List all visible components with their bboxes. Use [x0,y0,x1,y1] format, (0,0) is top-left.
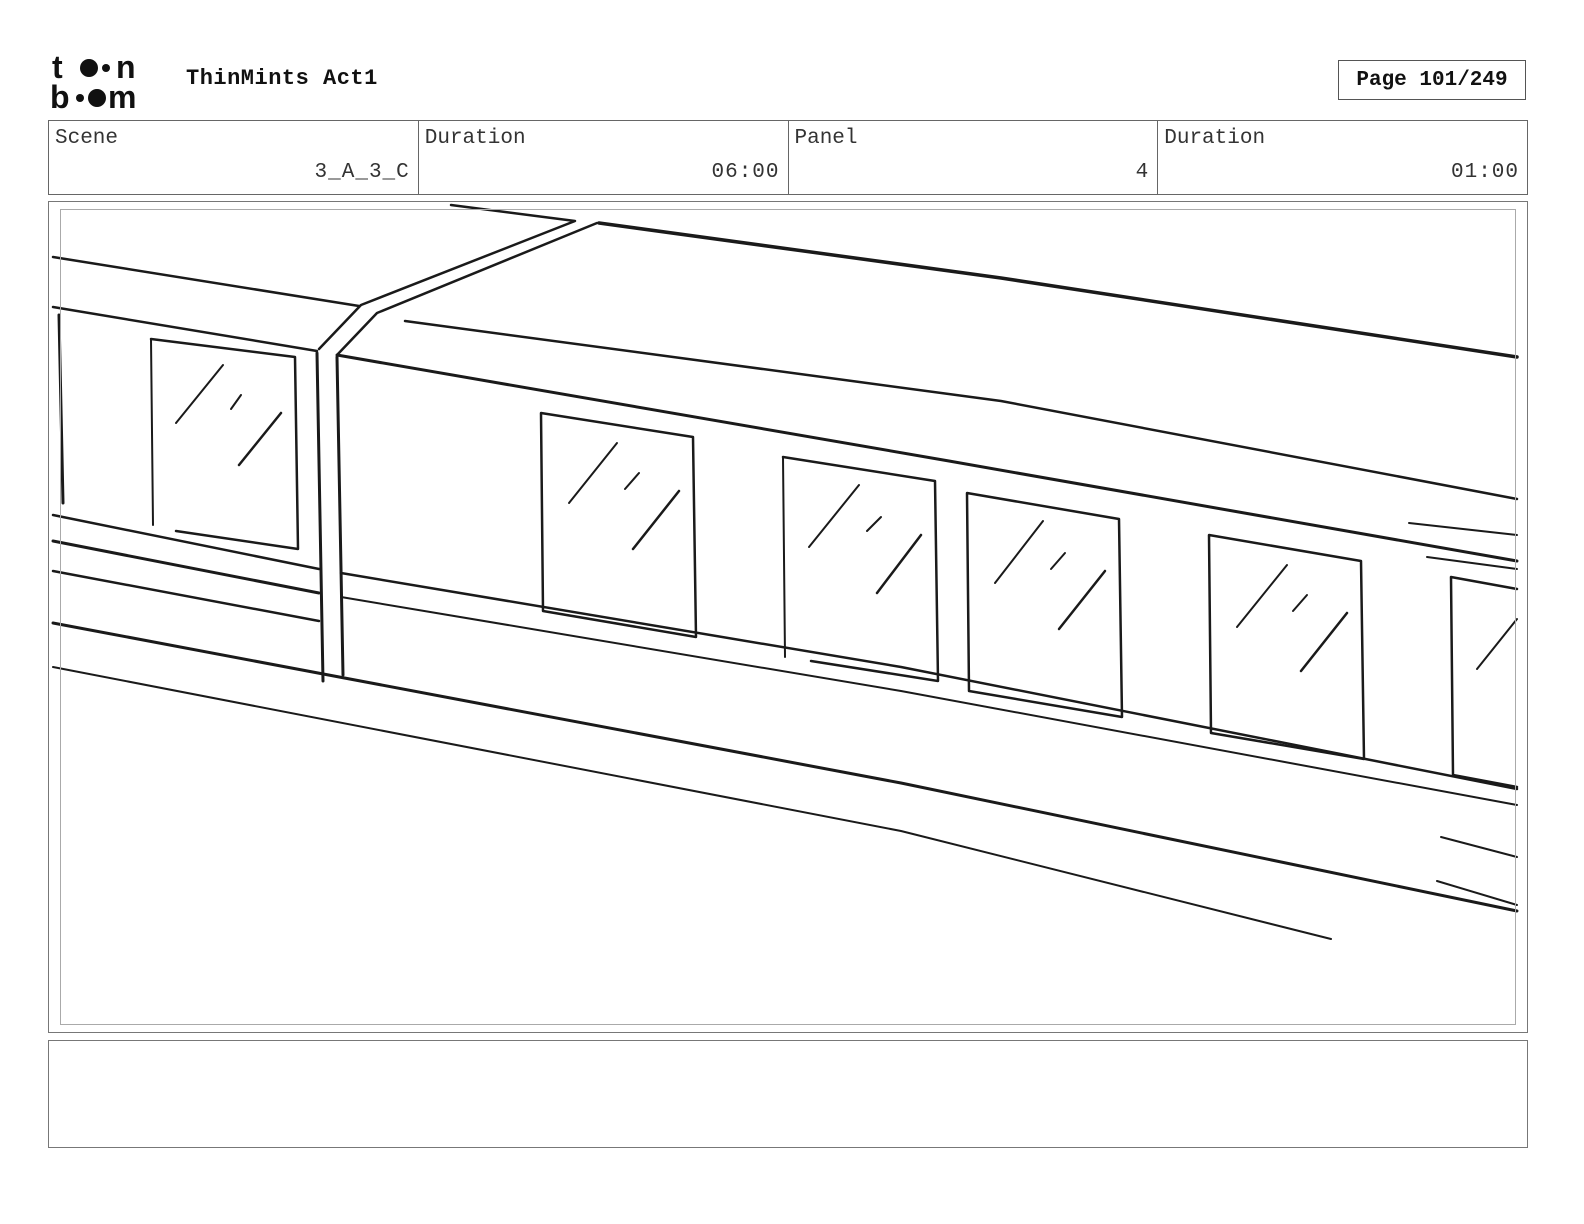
project-title: ThinMints Act1 [186,66,378,91]
scene-duration-label: Duration [424,127,526,150]
scene-label: Scene [55,127,119,150]
toon-boom-logo: t n b m [50,49,165,115]
panel-duration-cell: Duration 01:00 [1158,121,1527,194]
panel-cell: Panel 4 [789,121,1159,194]
panel-duration-value: 01:00 [1450,161,1519,184]
panel-notes-box [48,1040,1528,1148]
panel-info-table: Scene 3_A_3_C Duration 06:00 Panel 4 Dur… [48,120,1528,195]
panel-value: 4 [1135,161,1150,184]
svg-text:m: m [108,79,136,112]
scene-cell: Scene 3_A_3_C [49,121,419,194]
svg-text:b: b [50,79,70,112]
page-indicator: Page 101/249 [1338,60,1526,100]
scene-duration-value: 06:00 [711,161,780,184]
train-sketch-drawing [51,203,1519,940]
scene-value: 3_A_3_C [314,161,410,184]
logo-graphic: t n b m [50,49,136,115]
panel-duration-label: Duration [1164,127,1266,150]
panel-label: Panel [794,127,858,150]
scene-duration-cell: Duration 06:00 [419,121,789,194]
storyboard-panel [48,201,1528,1033]
